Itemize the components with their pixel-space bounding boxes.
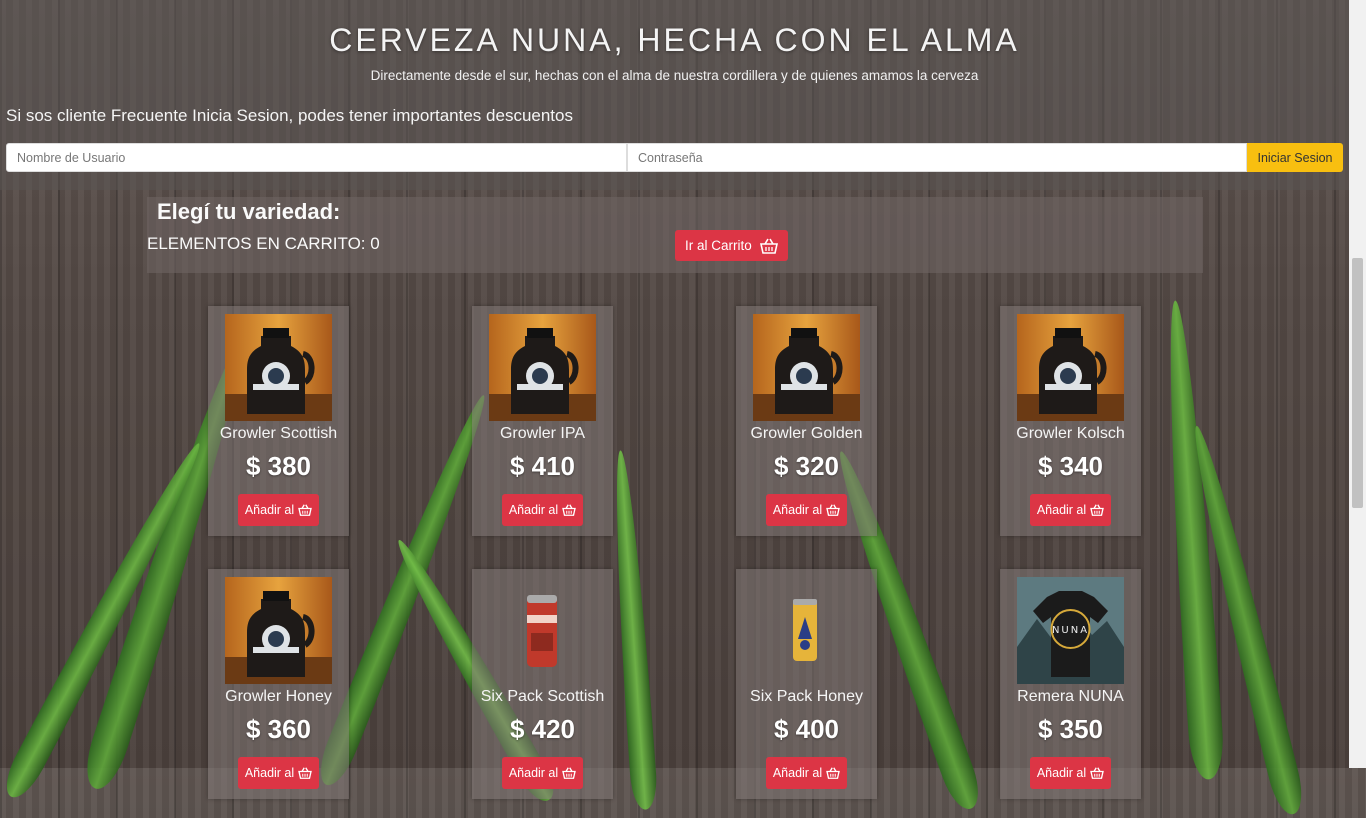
product-card: Growler Honey $ 360 Añadir al bbox=[208, 569, 349, 799]
product-name: Growler Golden bbox=[750, 425, 863, 442]
product-image bbox=[225, 314, 332, 421]
go-to-cart-button[interactable]: Ir al Carrito bbox=[675, 230, 788, 261]
basket-icon bbox=[298, 767, 313, 779]
product-card: Growler Kolsch $ 340 Añadir al bbox=[1000, 306, 1141, 536]
product-image bbox=[753, 314, 860, 421]
product-image bbox=[1017, 314, 1124, 421]
product-image bbox=[489, 577, 596, 684]
username-input[interactable] bbox=[6, 143, 627, 172]
add-to-cart-button[interactable]: Añadir al bbox=[766, 494, 847, 526]
product-name: Remera NUNA bbox=[1017, 688, 1124, 705]
add-to-cart-label: Añadir al bbox=[244, 503, 295, 517]
add-to-cart-button[interactable]: Añadir al bbox=[766, 757, 847, 789]
product-price: $ 380 bbox=[245, 451, 312, 481]
page-title: CERVEZA NUNA, HECHA CON EL ALMA bbox=[329, 22, 1020, 58]
scrollbar-thumb[interactable] bbox=[1352, 258, 1363, 508]
product-name: Six Pack Honey bbox=[750, 688, 863, 705]
product-price: $ 340 bbox=[1037, 451, 1104, 481]
product-name: Growler IPA bbox=[499, 425, 586, 442]
basket-icon bbox=[298, 504, 313, 516]
basket-icon bbox=[826, 504, 841, 516]
variety-heading: Elegí tu variedad: bbox=[157, 199, 341, 224]
add-to-cart-label: Añadir al bbox=[244, 766, 295, 780]
add-to-cart-button[interactable]: Añadir al bbox=[1030, 494, 1111, 526]
hero-section: CERVEZA NUNA, HECHA CON EL ALMA Directam… bbox=[0, 0, 1349, 190]
product-price: $ 410 bbox=[509, 451, 576, 481]
product-card: NUNA Remera NUNA $ 350 Añadir al bbox=[1000, 569, 1141, 799]
basket-icon bbox=[562, 767, 577, 779]
product-image bbox=[753, 577, 860, 684]
product-name: Growler Kolsch bbox=[1016, 425, 1125, 442]
password-input[interactable] bbox=[627, 143, 1247, 172]
add-to-cart-label: Añadir al bbox=[772, 503, 823, 517]
basket-icon bbox=[759, 238, 778, 254]
go-to-cart-label: Ir al Carrito bbox=[685, 238, 752, 253]
basket-icon bbox=[1090, 767, 1105, 779]
product-card: Growler Golden $ 320 Añadir al bbox=[736, 306, 877, 536]
basket-icon bbox=[1090, 504, 1105, 516]
add-to-cart-button[interactable]: Añadir al bbox=[502, 494, 583, 526]
add-to-cart-button[interactable]: Añadir al bbox=[238, 757, 319, 789]
add-to-cart-label: Añadir al bbox=[1036, 766, 1087, 780]
leaf-decoration bbox=[607, 449, 659, 811]
basket-icon bbox=[562, 504, 577, 516]
page-scrollbar[interactable] bbox=[1349, 0, 1366, 768]
product-name: Growler Scottish bbox=[219, 425, 338, 442]
add-to-cart-label: Añadir al bbox=[508, 503, 559, 517]
product-name: Growler Honey bbox=[225, 688, 332, 705]
product-price: $ 350 bbox=[1037, 714, 1104, 744]
add-to-cart-label: Añadir al bbox=[772, 766, 823, 780]
add-to-cart-label: Añadir al bbox=[508, 766, 559, 780]
add-to-cart-label: Añadir al bbox=[1036, 503, 1087, 517]
basket-icon bbox=[826, 767, 841, 779]
product-image bbox=[225, 577, 332, 684]
cart-count: ELEMENTOS EN CARRITO: 0 bbox=[147, 234, 380, 253]
product-price: $ 320 bbox=[773, 451, 840, 481]
product-card: Growler Scottish $ 380 Añadir al bbox=[208, 306, 349, 536]
product-card: Six Pack Honey $ 400 Añadir al bbox=[736, 569, 877, 799]
product-card: Growler IPA $ 410 Añadir al bbox=[472, 306, 613, 536]
login-message: Si sos cliente Frecuente Inicia Sesion, … bbox=[6, 106, 573, 125]
add-to-cart-button[interactable]: Añadir al bbox=[502, 757, 583, 789]
add-to-cart-button[interactable]: Añadir al bbox=[238, 494, 319, 526]
product-image bbox=[489, 314, 596, 421]
shirt-text: NUNA bbox=[1052, 625, 1089, 636]
cart-bar: Elegí tu variedad: ELEMENTOS EN CARRITO:… bbox=[147, 197, 1203, 273]
page-subtitle: Directamente desde el sur, hechas con el… bbox=[370, 68, 979, 83]
product-price: $ 360 bbox=[245, 714, 312, 744]
product-price: $ 400 bbox=[773, 714, 840, 744]
login-form: Iniciar Sesion bbox=[6, 143, 1343, 172]
add-to-cart-button[interactable]: Añadir al bbox=[1030, 757, 1111, 789]
product-price: $ 420 bbox=[509, 714, 576, 744]
product-card: Six Pack Scottish $ 420 Añadir al bbox=[472, 569, 613, 799]
login-button[interactable]: Iniciar Sesion bbox=[1247, 143, 1343, 172]
product-name: Six Pack Scottish bbox=[480, 688, 605, 705]
product-image: NUNA bbox=[1017, 577, 1124, 684]
